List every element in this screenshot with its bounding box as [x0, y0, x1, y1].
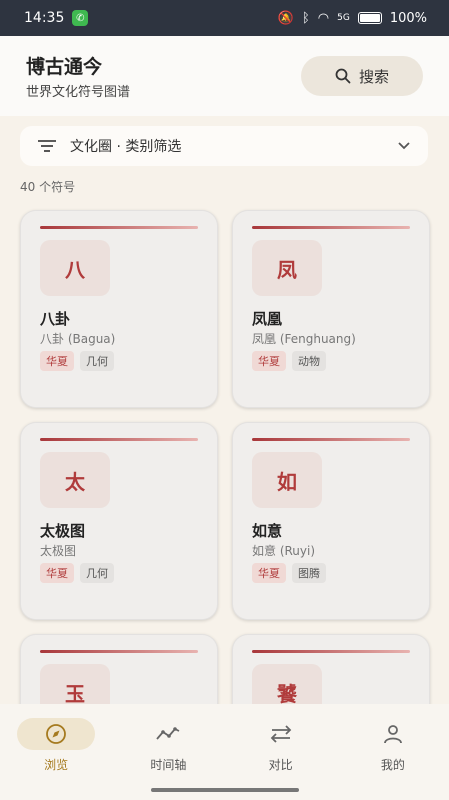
- card-accent-bar: [40, 650, 198, 653]
- card-accent-bar: [252, 650, 410, 653]
- symbol-card[interactable]: 如 如意 如意 (Ruyi) 华夏 图腾: [232, 422, 430, 620]
- person-icon: [354, 718, 432, 750]
- category-tag: 图腾: [292, 563, 326, 583]
- symbol-card[interactable]: 凤 凤凰 凤凰 (Fenghuang) 华夏 动物: [232, 210, 430, 408]
- nav-label: 我的: [380, 758, 405, 772]
- card-accent-bar: [252, 438, 410, 441]
- category-tag: 几何: [80, 563, 114, 583]
- card-accent-bar: [40, 226, 198, 229]
- nav-browse[interactable]: 浏览: [6, 718, 106, 773]
- symbol-name: 凤凰: [252, 310, 283, 328]
- symbol-name: 八卦: [40, 310, 71, 328]
- culture-tag: 华夏: [40, 351, 74, 371]
- symbol-card[interactable]: 太 太极图 太极图 华夏 几何: [20, 422, 218, 620]
- nav-compare[interactable]: 对比: [231, 718, 331, 773]
- nav-label: 时间轴: [150, 758, 187, 772]
- nav-timeline[interactable]: 时间轴: [118, 718, 218, 773]
- symbol-glyph: 太: [40, 452, 110, 508]
- nav-label: 对比: [268, 758, 293, 772]
- culture-tag: 华夏: [252, 351, 286, 371]
- symbol-name: 太极图: [40, 522, 86, 540]
- timeline-icon: [129, 718, 207, 750]
- symbol-subname: 太极图: [40, 544, 77, 558]
- wifi-icon: ◠: [317, 10, 330, 26]
- battery-icon: [357, 12, 382, 24]
- phone-icon: ✆: [72, 10, 89, 26]
- mute-icon: 🔕: [277, 10, 294, 26]
- search-button[interactable]: 搜索: [301, 56, 423, 96]
- filter-icon: [38, 140, 56, 152]
- bottom-nav: 浏览 时间轴 对比 我的: [0, 704, 449, 800]
- chevron-down-icon: [398, 142, 410, 150]
- nav-label: 浏览: [44, 758, 69, 772]
- category-tag: 动物: [292, 351, 326, 371]
- symbol-count: 40 个符号: [20, 180, 76, 194]
- card-accent-bar: [252, 226, 410, 229]
- search-label: 搜索: [358, 67, 389, 86]
- symbol-subname: 如意 (Ruyi): [252, 544, 316, 558]
- status-bar: 14:35 ✆ 🔕 ᛒ ◠ 5G 100%: [0, 0, 449, 36]
- app-header: 博古通今 世界文化符号图谱 搜索: [0, 36, 449, 116]
- card-accent-bar: [40, 438, 198, 441]
- battery-level: 100%: [389, 10, 427, 26]
- culture-tag: 华夏: [252, 563, 286, 583]
- symbol-glyph: 凤: [252, 240, 322, 296]
- symbol-card[interactable]: 八 八卦 八卦 (Bagua) 华夏 几何: [20, 210, 218, 408]
- symbol-name: 如意: [252, 522, 283, 540]
- compass-icon: [17, 718, 96, 750]
- compare-icon: [242, 718, 320, 750]
- culture-tag: 华夏: [40, 563, 74, 583]
- status-time: 14:35: [24, 10, 65, 26]
- symbol-glyph: 八: [40, 240, 110, 296]
- symbol-subname: 八卦 (Bagua): [40, 332, 116, 346]
- nav-profile[interactable]: 我的: [343, 718, 443, 773]
- filter-label: 文化圈 · 类别筛选: [70, 139, 182, 155]
- category-tag: 几何: [80, 351, 114, 371]
- app-title: 博古通今: [26, 56, 103, 78]
- home-indicator[interactable]: [151, 788, 299, 792]
- bluetooth-icon: ᛒ: [301, 10, 310, 26]
- symbol-glyph: 如: [252, 452, 322, 508]
- search-icon: [335, 68, 351, 84]
- app-subtitle: 世界文化符号图谱: [26, 85, 131, 100]
- signal-icon: 5G: [337, 13, 350, 23]
- symbol-subname: 凤凰 (Fenghuang): [252, 332, 356, 346]
- filter-dropdown[interactable]: 文化圈 · 类别筛选: [20, 126, 428, 166]
